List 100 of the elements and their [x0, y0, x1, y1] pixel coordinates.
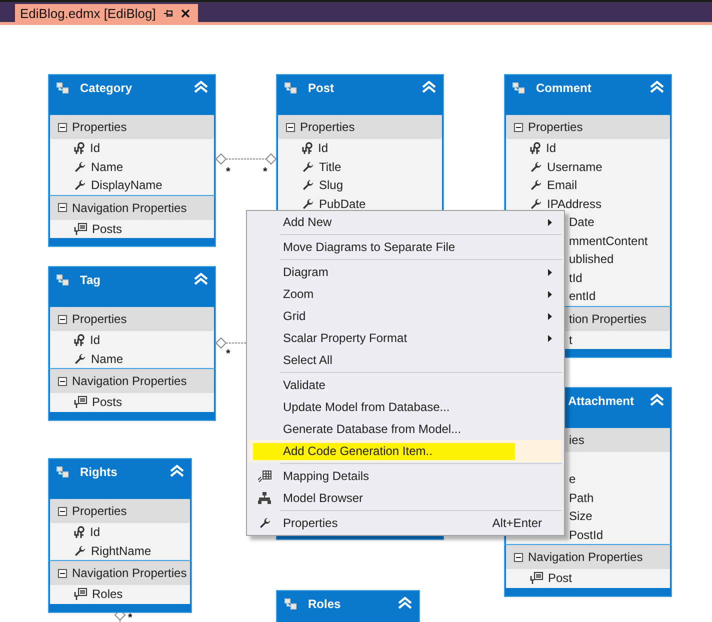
menu-item[interactable]: Validate [249, 374, 562, 396]
multiplicity-label: * [128, 612, 132, 622]
menu-item-label: Add New [283, 215, 333, 229]
menu-item-label: Update Model from Database... [283, 400, 451, 414]
menu-item[interactable]: Scalar Property Format [249, 327, 562, 349]
entity-title: Rights [80, 465, 118, 479]
section-title: ies [569, 433, 584, 447]
menu-item[interactable]: Generate Database from Model... [249, 418, 562, 440]
entity-icon [284, 598, 297, 610]
shortcut-text: Alt+Enter [492, 516, 542, 530]
menu-item[interactable]: Grid [249, 305, 562, 327]
section-title: Navigation Properties [72, 374, 187, 388]
property-name: Post [548, 571, 572, 586]
key-icon [74, 334, 85, 346]
collapse-icon [421, 80, 437, 94]
property-name: Path [569, 490, 594, 505]
entity-icon [512, 82, 525, 94]
multiplicity-label: * [226, 348, 230, 360]
property-name: IPAddress [547, 196, 602, 211]
menu-item-label: Properties [283, 516, 339, 530]
association-line [215, 337, 246, 349]
property-name: Posts [92, 395, 122, 410]
wrench-icon [302, 160, 314, 173]
menu-item[interactable]: Move Diagrams to Separate File [249, 236, 562, 258]
property-name: Size [569, 509, 592, 524]
property-name: Id [318, 141, 328, 156]
property-name: Title [319, 160, 342, 174]
collapse-icon [649, 80, 665, 94]
collapse-icon [397, 596, 413, 610]
section-title: Navigation Properties [528, 550, 643, 564]
menu-item[interactable]: Mapping Details [249, 465, 562, 487]
menu-item[interactable]: Add New [249, 211, 562, 233]
entity-title: Roles [308, 597, 341, 611]
menu-item[interactable]: Update Model from Database... [249, 396, 562, 418]
property-name: DisplayName [91, 178, 162, 192]
collapse-icon [193, 272, 209, 286]
menu-item-label: Move Diagrams to Separate File [283, 240, 456, 254]
section-title: Properties [528, 120, 583, 134]
submenu-arrow-icon [548, 268, 552, 276]
menu-item[interactable]: Add Code Generation Item.. [249, 440, 562, 462]
property-name: Roles [92, 587, 123, 602]
wrench-icon [258, 517, 270, 529]
property-name: RightName [91, 544, 152, 558]
menu-item-label: Mapping Details [283, 469, 370, 483]
property-name: Id [546, 141, 556, 156]
property-name: Date [569, 215, 594, 230]
entity-icon [56, 466, 69, 478]
menu-item[interactable]: Select All [249, 349, 562, 371]
menu-item-label: Model Browser [283, 491, 364, 505]
section-title: Properties [72, 504, 127, 518]
wrench-icon [74, 352, 86, 365]
property-name: e [569, 472, 576, 486]
menu-item-label: Generate Database from Model... [283, 422, 462, 436]
wrench-icon [74, 544, 86, 557]
property-name: Posts [92, 222, 122, 236]
section-title: Navigation Properties [72, 200, 187, 214]
property-name: Email [547, 178, 578, 192]
association-line [215, 153, 277, 165]
menu-item-label: Validate [283, 378, 326, 392]
menu-item[interactable]: Diagram [249, 261, 562, 283]
section-title: Properties [72, 312, 127, 326]
menu-item-label: Grid [283, 309, 307, 323]
entity-icon [56, 274, 69, 286]
navigation-property-icon [74, 222, 87, 235]
menu-item[interactable]: Model Browser [249, 487, 562, 509]
hierarchy-icon [258, 492, 271, 504]
submenu-arrow-icon [548, 312, 552, 320]
close-icon[interactable] [180, 8, 190, 18]
wrench-icon [74, 179, 86, 192]
document-tab[interactable]: EdiBlog.edmx [EdiBlog] [15, 4, 198, 22]
property-name: Id [90, 141, 100, 156]
menu-item-label: Select All [283, 353, 334, 367]
property-name: mmentContent [569, 234, 648, 248]
property-name: Name [91, 352, 124, 366]
key-icon [302, 142, 313, 154]
section-title: Properties [300, 120, 355, 134]
submenu-arrow-icon [548, 334, 552, 342]
property-name: tId [569, 270, 582, 285]
property-name: t [569, 332, 572, 347]
entity-title: Tag [80, 273, 100, 287]
multiplicity-label: * [226, 166, 230, 178]
menu-item[interactable]: Zoom [249, 283, 562, 305]
property-name: Id [90, 525, 100, 540]
entity-icon [56, 82, 69, 94]
navigation-property-icon [74, 396, 87, 408]
property-name: Name [91, 160, 124, 174]
property-name: Username [547, 160, 602, 174]
menu-item-label: Diagram [283, 265, 330, 279]
property-name: entId [569, 289, 596, 304]
wrench-icon [530, 198, 542, 210]
menu-item-label: Add Code Generation Item.. [283, 444, 434, 458]
entity-title: Attachment [568, 394, 634, 408]
menu-item[interactable]: Properties Alt+Enter [249, 512, 562, 534]
key-icon [74, 526, 85, 538]
pin-icon [164, 8, 173, 18]
property-name: PostId [569, 528, 604, 542]
property-name: PubDate [319, 196, 366, 211]
navigation-property-icon [74, 588, 87, 600]
section-title: Properties [72, 120, 127, 134]
wrench-icon [302, 179, 314, 192]
